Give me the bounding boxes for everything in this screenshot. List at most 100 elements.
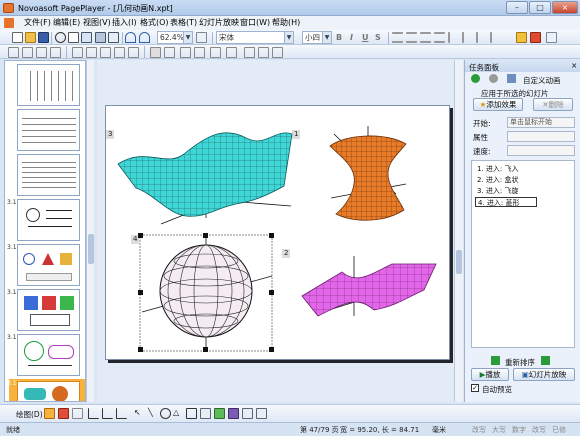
italic-button[interactable]: I: [350, 33, 353, 42]
scroll-thumb[interactable]: [88, 234, 94, 264]
draw-menu[interactable]: 绘图(D): [16, 409, 43, 420]
slide-scrollbar[interactable]: [454, 60, 463, 402]
slide[interactable]: 3 1 4 2: [105, 105, 450, 360]
thumbnail-slide[interactable]: [17, 289, 80, 331]
menu-window[interactable]: 窗口(W): [240, 17, 270, 28]
insert-row-icon[interactable]: [180, 47, 191, 58]
pink-wave-surface[interactable]: [301, 256, 437, 317]
fill-icon[interactable]: [226, 47, 237, 58]
animation-item[interactable]: 1. 进入: 飞入: [475, 164, 537, 174]
wireframe-sphere[interactable]: [138, 233, 274, 352]
axis2-icon[interactable]: [102, 408, 113, 419]
back-icon[interactable]: [471, 74, 480, 83]
menu-slideshow[interactable]: 幻灯片放映: [199, 17, 239, 28]
align-center-icon[interactable]: [406, 32, 417, 43]
select-icon[interactable]: [44, 408, 55, 419]
home-icon[interactable]: [507, 74, 516, 83]
open-icon[interactable]: [25, 32, 36, 43]
sort-icon[interactable]: [210, 47, 221, 58]
axis3-icon[interactable]: [116, 408, 127, 419]
pointer-icon[interactable]: ↖: [134, 408, 145, 419]
split-icon[interactable]: [72, 47, 83, 58]
slideshow-button[interactable]: ▣幻灯片放映: [513, 368, 575, 381]
thumbnail-slide[interactable]: [17, 109, 80, 151]
property-combo[interactable]: [507, 131, 575, 142]
move-down-icon[interactable]: [541, 356, 550, 365]
chevron-down-icon[interactable]: ▼: [183, 32, 192, 43]
triangle-icon[interactable]: △: [173, 408, 184, 419]
play-icon[interactable]: [55, 32, 66, 43]
line-icon[interactable]: ╲: [148, 408, 159, 419]
thumbnail-slide-selected[interactable]: [17, 381, 80, 401]
menu-file[interactable]: 文件(F): [24, 17, 51, 28]
thumbnail-slide[interactable]: [17, 64, 80, 106]
thumbnail-slide[interactable]: [17, 334, 80, 376]
undo-icon[interactable]: [125, 32, 136, 43]
copy-icon[interactable]: [108, 32, 119, 43]
forward-icon[interactable]: [489, 74, 498, 83]
eraser-icon[interactable]: [72, 408, 83, 419]
font-color-icon[interactable]: [530, 32, 541, 43]
fit-icon[interactable]: [196, 32, 207, 43]
numbering-icon[interactable]: [462, 32, 473, 43]
close-button[interactable]: ×: [552, 1, 578, 14]
cell-icon[interactable]: [164, 47, 175, 58]
animation-item[interactable]: 3. 进入: 飞旋: [475, 186, 537, 196]
underline-button[interactable]: U: [362, 33, 369, 42]
axis-icon[interactable]: [88, 408, 99, 419]
chart-icon[interactable]: [228, 408, 239, 419]
chevron-down-icon[interactable]: ▼: [284, 32, 293, 43]
line-style-icon[interactable]: [244, 47, 255, 58]
options-icon[interactable]: [546, 32, 557, 43]
font-name-combo[interactable]: 宋体 ▼: [216, 31, 294, 44]
cyan-saddle-surface[interactable]: [117, 132, 293, 225]
bold-button[interactable]: B: [336, 33, 342, 42]
align-left-icon[interactable]: [392, 32, 403, 43]
border-icon[interactable]: [86, 47, 97, 58]
shade-icon[interactable]: [100, 47, 111, 58]
speed-combo[interactable]: [507, 145, 575, 156]
play-button[interactable]: ▶播放: [471, 368, 509, 381]
font-size-combo[interactable]: 小四 ▼: [302, 31, 332, 44]
arrow-style-icon[interactable]: [272, 47, 283, 58]
scroll-thumb[interactable]: [456, 250, 462, 274]
justify-icon[interactable]: [434, 32, 445, 43]
shape-options-icon[interactable]: [256, 408, 267, 419]
preview-icon[interactable]: [81, 32, 92, 43]
chevron-down-icon[interactable]: ▼: [322, 32, 331, 43]
highlight-icon[interactable]: [516, 32, 527, 43]
textbox-icon[interactable]: [200, 408, 211, 419]
animation-item-selected[interactable]: 4. 进入: 菱形: [475, 197, 537, 207]
align-right-icon[interactable]: [420, 32, 431, 43]
oval-icon[interactable]: [160, 408, 171, 419]
thumbnail-scrollbar[interactable]: [86, 60, 94, 402]
thumbnail-slide[interactable]: [17, 199, 80, 241]
columns-icon[interactable]: [36, 47, 47, 58]
print-icon[interactable]: [68, 32, 79, 43]
merge-icon[interactable]: [50, 47, 61, 58]
line-width-icon[interactable]: [258, 47, 269, 58]
maximize-button[interactable]: □: [529, 1, 551, 14]
grid-icon[interactable]: [150, 47, 161, 58]
rows-icon[interactable]: [22, 47, 33, 58]
orange-hyperboloid-surface[interactable]: [329, 126, 407, 221]
bullets-icon[interactable]: [448, 32, 459, 43]
menu-view[interactable]: 视图(V): [83, 17, 111, 28]
zoom-combo[interactable]: 62.4% ▼: [157, 31, 193, 44]
thumbnail-slide[interactable]: [17, 154, 80, 196]
autopreview-checkbox[interactable]: ✓: [471, 384, 479, 392]
close-icon[interactable]: ×: [571, 61, 577, 70]
menu-help[interactable]: 帮助(H): [272, 17, 300, 28]
menu-edit[interactable]: 编辑(E): [53, 17, 80, 28]
table-icon[interactable]: [8, 47, 19, 58]
add-effect-button[interactable]: ★添加效果: [473, 98, 523, 111]
menu-format[interactable]: 格式(O): [140, 17, 169, 28]
pen-icon[interactable]: [58, 408, 69, 419]
redo-icon[interactable]: [139, 32, 150, 43]
outdent-icon[interactable]: [490, 32, 501, 43]
menu-insert[interactable]: 插入(I): [112, 17, 137, 28]
cut-icon[interactable]: [95, 32, 106, 43]
start-combo[interactable]: 单击鼠标开始: [507, 117, 575, 128]
menu-table[interactable]: 表格(T): [170, 17, 197, 28]
rectangle-icon[interactable]: [186, 408, 197, 419]
